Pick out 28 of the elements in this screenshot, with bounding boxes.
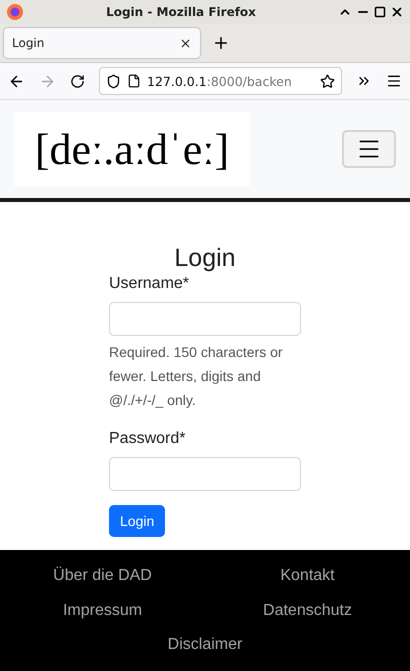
login-heading: Login [173, 244, 237, 273]
field-label: Username* [109, 275, 190, 293]
shield-icon [106, 74, 121, 88]
maximize-icon[interactable] [374, 6, 386, 18]
help-text: Required. 150 characters or fewer. Letters, digits and @/./+/-/_ only. [109, 343, 284, 410]
url-text: 127.0.0.1:8000/backen [147, 74, 293, 88]
input-field[interactable] [109, 457, 301, 491]
footer-link[interactable]: Über die DAD [53, 566, 152, 585]
footer-link[interactable]: Disclaimer [168, 636, 242, 654]
footer-link[interactable]: Datenschutz [263, 602, 352, 620]
input-field[interactable] [109, 302, 301, 336]
new-tab-icon[interactable] [212, 34, 230, 52]
footer-link[interactable]: Impressum [62, 602, 142, 620]
address-bar[interactable]: 127.0.0.1:8000/backen [99, 67, 342, 95]
bookmark-star-icon[interactable] [320, 74, 335, 88]
reload-icon[interactable] [70, 74, 85, 88]
browser-tab[interactable]: Login [4, 28, 200, 58]
close-icon[interactable] [390, 5, 404, 19]
field-label: Password* [109, 430, 186, 448]
site-logo[interactable]: [deː.aːdˈeː] [14, 112, 250, 186]
footer-link[interactable]: Kontakt [280, 566, 335, 585]
menu-icon[interactable] [386, 73, 402, 89]
page-icon [127, 74, 141, 88]
login-button[interactable]: Login [109, 505, 166, 537]
menu-toggle-button[interactable] [342, 130, 396, 168]
close-icon[interactable] [179, 36, 192, 50]
window-title: Login - Mozilla Firefox [105, 5, 257, 19]
browser-logo-icon [6, 3, 24, 21]
